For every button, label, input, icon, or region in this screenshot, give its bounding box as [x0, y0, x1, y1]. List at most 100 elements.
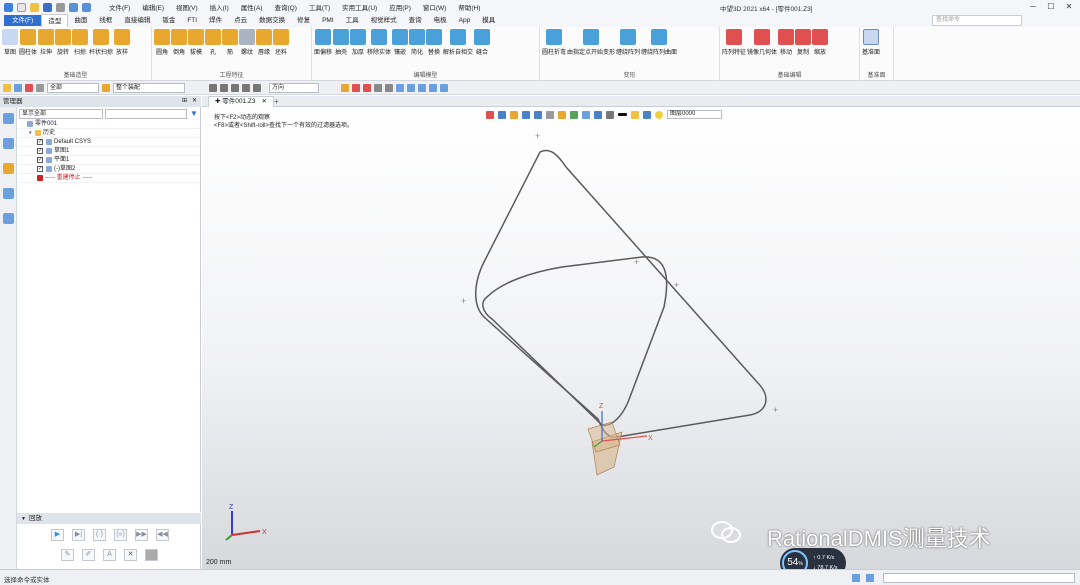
loop-all-button[interactable]: (»): [114, 529, 127, 541]
user-icon[interactable]: [3, 213, 14, 224]
open-folder-icon[interactable]: [30, 2, 39, 12]
visibility-checkbox[interactable]: ✓: [37, 148, 43, 154]
history-manager-icon[interactable]: [3, 113, 14, 124]
tab-fti[interactable]: FTI: [181, 14, 203, 27]
play-button[interactable]: ▶: [51, 529, 64, 541]
simplify-button[interactable]: 简化: [409, 29, 426, 56]
tab-sheet-metal[interactable]: 钣金: [156, 14, 181, 27]
tree-item[interactable]: ✓ Default CSYS: [17, 138, 200, 147]
shape-icon[interactable]: [36, 83, 44, 92]
tab-weldment[interactable]: 焊件: [203, 14, 228, 27]
command-search-input[interactable]: 查找命令: [932, 15, 1022, 26]
tab-close-icon[interactable]: ✕: [262, 98, 267, 105]
playback-header[interactable]: ▼ 回放: [17, 513, 201, 524]
visibility-checkbox[interactable]: ✓: [37, 139, 43, 145]
sketch-curve-1[interactable]: [475, 149, 767, 438]
new-tab-icon[interactable]: +: [274, 96, 279, 107]
wrap-pattern-button[interactable]: 缠绕阵列: [616, 29, 640, 56]
property-manager-icon[interactable]: [3, 188, 14, 199]
scope-combo[interactable]: 整个装配: [113, 82, 185, 93]
point-icon[interactable]: [242, 83, 250, 92]
tree-item[interactable]: ✓ 平面1: [17, 156, 200, 165]
line-icon[interactable]: [25, 83, 33, 92]
pick-icon[interactable]: [14, 83, 22, 92]
revolve-button[interactable]: 旋转: [55, 29, 72, 56]
maximize-button[interactable]: ☐: [1044, 1, 1058, 12]
close-button[interactable]: ✕: [1062, 1, 1076, 12]
stop-button[interactable]: [145, 549, 158, 561]
menu-view[interactable]: 视图(V): [170, 2, 204, 12]
rib-button[interactable]: 筋: [222, 29, 238, 56]
tab-repair[interactable]: 修复: [291, 14, 316, 27]
loop-button[interactable]: (·): [93, 529, 106, 541]
wrap-pattern-surface-button[interactable]: 缠绕阵列曲面: [641, 29, 677, 56]
undo-icon[interactable]: [69, 2, 78, 12]
project-tool-icon[interactable]: [407, 83, 415, 92]
thread-button[interactable]: 螺纹: [239, 29, 255, 56]
spline-tool-icon[interactable]: [363, 83, 371, 92]
extrude-button[interactable]: 拉伸: [38, 29, 55, 56]
3d-viewport[interactable]: 按下<F2>动态的观察 <F8>或者<Shift-roll>查找下一个有效的过滤…: [202, 107, 1080, 569]
trim-tool-icon[interactable]: [418, 83, 426, 92]
print-icon[interactable]: [56, 2, 65, 12]
status-icon-2[interactable]: [866, 574, 874, 582]
menu-apps[interactable]: 应用(P): [383, 2, 417, 12]
tab-mold[interactable]: 模具: [476, 14, 501, 27]
draft-button[interactable]: 拔模: [188, 29, 204, 56]
circle-tool-icon[interactable]: [374, 83, 382, 92]
lip-button[interactable]: 唇缘: [256, 29, 272, 56]
pencil-button[interactable]: ✐: [82, 549, 95, 561]
tab-modeling[interactable]: 造型: [41, 14, 69, 27]
collapse-icon[interactable]: ▼: [21, 516, 26, 522]
menu-window[interactable]: 窗口(W): [417, 2, 452, 12]
shell-button[interactable]: 抽壳: [333, 29, 350, 56]
sweep-button[interactable]: 扫掠: [72, 29, 89, 56]
tree-rebuild-stop[interactable]: ----- 重建停止 -----: [17, 174, 200, 183]
select-arrow-icon[interactable]: [3, 83, 11, 92]
tab-app[interactable]: App: [453, 14, 477, 27]
tab-pmi[interactable]: PMI: [316, 14, 340, 27]
menu-query[interactable]: 查询(Q): [268, 2, 302, 12]
offset-tool-icon[interactable]: [396, 83, 404, 92]
direction-combo[interactable]: 方向: [269, 82, 319, 93]
tab-electrode[interactable]: 电极: [428, 14, 453, 27]
format-button[interactable]: A: [103, 549, 116, 561]
filter-combo[interactable]: 全部: [47, 82, 99, 93]
stock-button[interactable]: 坯料: [273, 29, 289, 56]
scale-button[interactable]: 缩放: [812, 29, 829, 56]
chamfer-button[interactable]: 倒角: [171, 29, 187, 56]
menu-tools[interactable]: 工具(T): [303, 2, 336, 12]
layer-manager-icon[interactable]: [3, 138, 14, 149]
cylinder-button[interactable]: 圆柱体: [19, 29, 37, 56]
command-input[interactable]: [883, 573, 1075, 583]
visibility-checkbox[interactable]: ✓: [37, 166, 43, 172]
pin-icon[interactable]: ⊞: [182, 96, 187, 107]
snap-icon[interactable]: [209, 83, 217, 92]
tab-wireframe[interactable]: 线框: [93, 14, 118, 27]
sketch-button[interactable]: 草图: [2, 29, 18, 56]
status-icon-1[interactable]: [852, 574, 860, 582]
rod-sweep-button[interactable]: 杆状扫掠: [89, 29, 113, 56]
tab-point-cloud[interactable]: 点云: [228, 14, 253, 27]
menu-insert[interactable]: 插入(I): [204, 2, 235, 12]
menu-help[interactable]: 帮助(H): [452, 2, 486, 12]
copy-button[interactable]: 复制: [795, 29, 812, 56]
pattern-feature-button[interactable]: 阵列特征: [722, 29, 746, 56]
curve-tool-icon[interactable]: [341, 83, 349, 92]
resolve-self-intersect-button[interactable]: 解析自相交: [443, 29, 473, 56]
document-tab[interactable]: ✚ 零件001.Z3 ✕: [208, 96, 274, 107]
visibility-checkbox[interactable]: ✓: [37, 157, 43, 163]
tab-tools[interactable]: 工具: [340, 14, 365, 27]
replace-button[interactable]: 替换: [426, 29, 443, 56]
menu-attribute[interactable]: 属性(A): [235, 2, 269, 12]
extend-tool-icon[interactable]: [429, 83, 437, 92]
vertex-icon[interactable]: [253, 83, 261, 92]
tab-data-exchange[interactable]: 数据交换: [253, 14, 291, 27]
point-tool-icon[interactable]: [385, 83, 393, 92]
deform-from-point-button[interactable]: 由指定点开始变形: [567, 29, 615, 56]
thicken-button[interactable]: 加厚: [350, 29, 367, 56]
emboss-button[interactable]: 镶嵌: [392, 29, 409, 56]
file-tab[interactable]: 文件(F): [4, 15, 42, 26]
menu-utilities[interactable]: 实用工具(U): [336, 2, 383, 12]
edit-step-button[interactable]: ✎: [61, 549, 74, 561]
